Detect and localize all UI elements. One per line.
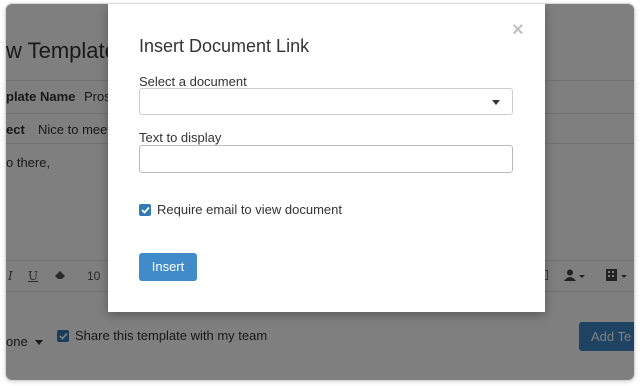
- text-to-display-input[interactable]: [139, 145, 513, 173]
- require-email-checkbox[interactable]: Require email to view document: [139, 202, 342, 217]
- insert-button[interactable]: Insert: [139, 253, 197, 281]
- require-email-label: Require email to view document: [157, 202, 342, 217]
- checkbox-checked-icon: [139, 203, 151, 216]
- modal-title: Insert Document Link: [139, 36, 310, 56]
- document-select[interactable]: [139, 88, 513, 115]
- app-window: w Template plate Name Pros ect Nice to m…: [6, 4, 634, 380]
- insert-document-link-modal: Insert Document Link × Select a document…: [108, 4, 545, 312]
- select-document-label: Select a document: [139, 74, 247, 89]
- chevron-down-icon: [492, 100, 500, 105]
- close-icon[interactable]: ×: [512, 20, 524, 40]
- text-to-display-label: Text to display: [139, 130, 222, 145]
